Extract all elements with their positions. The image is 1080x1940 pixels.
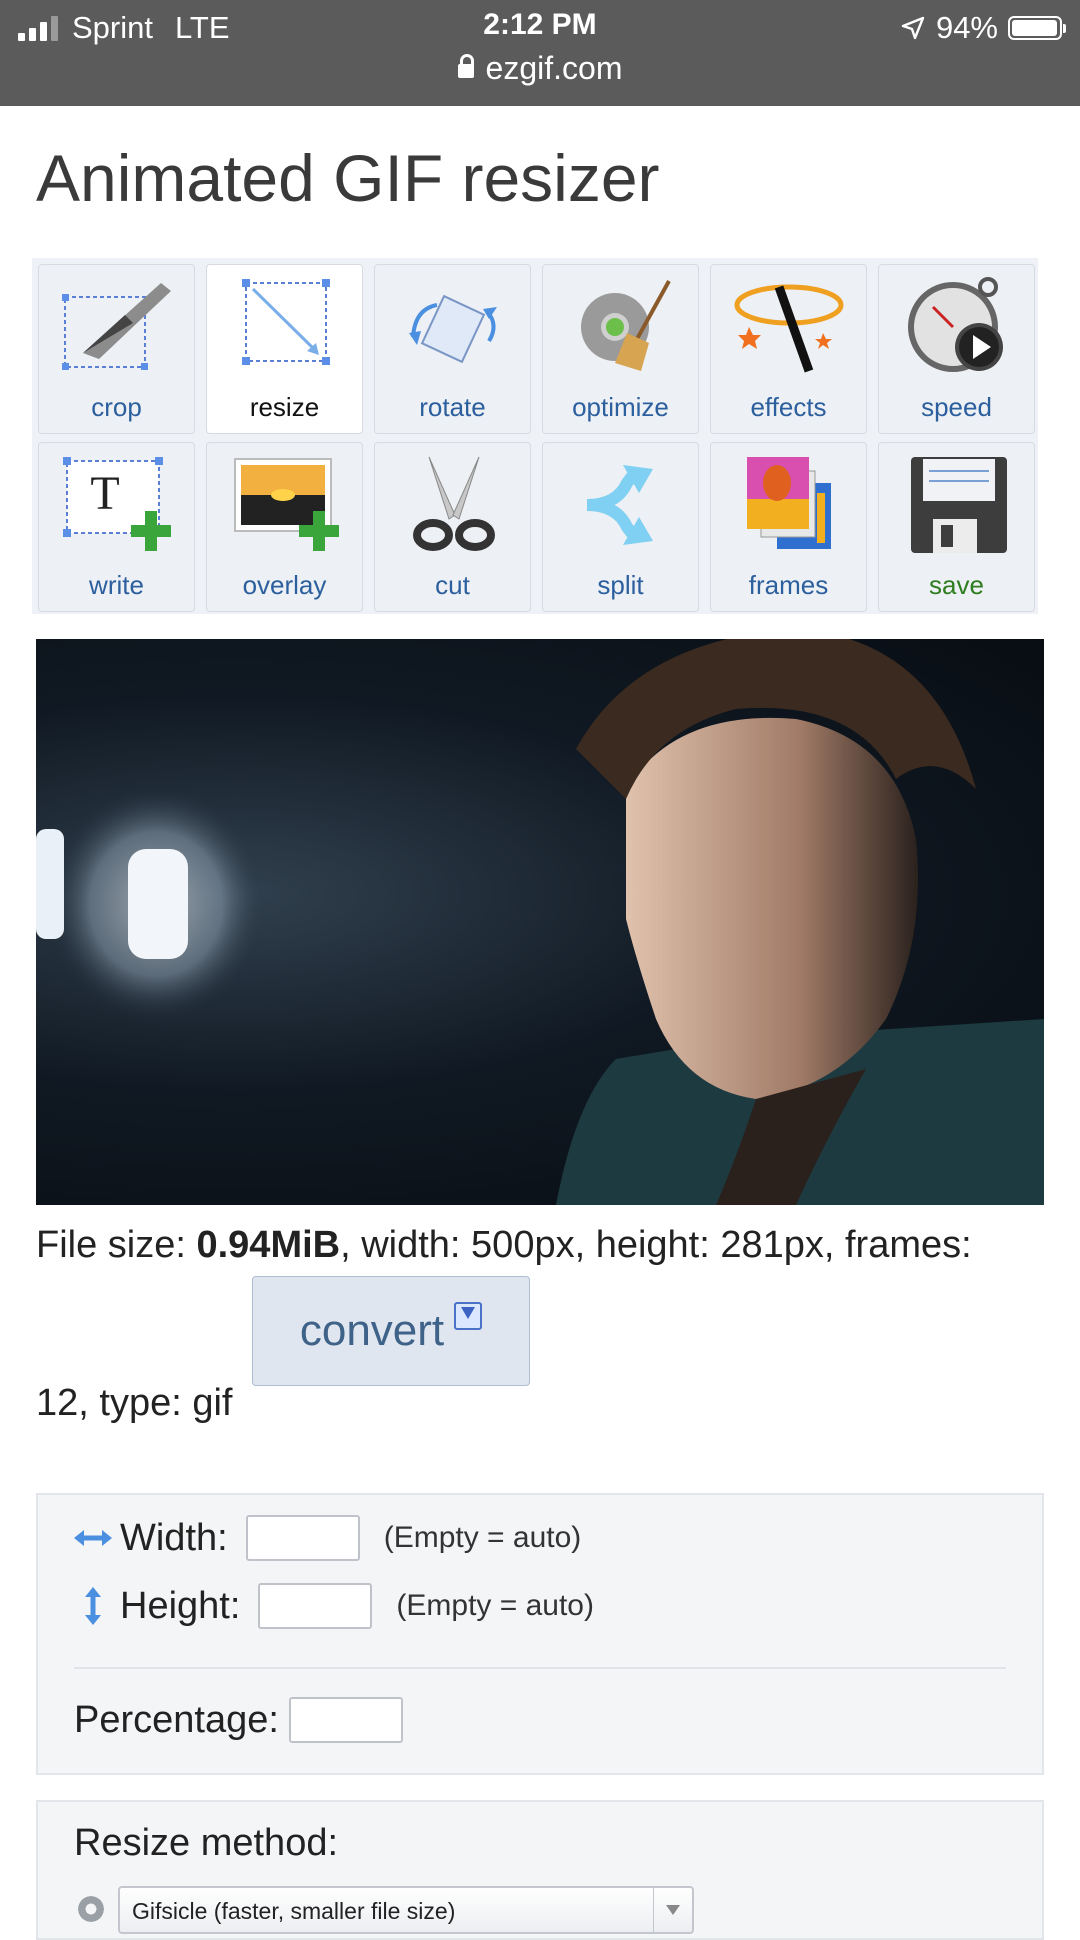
file-size-label: File size:: [36, 1224, 197, 1266]
download-icon: [454, 1302, 483, 1330]
convert-button[interactable]: convert: [252, 1276, 530, 1386]
svg-text:T: T: [90, 467, 119, 520]
overlay-icon: [234, 458, 339, 551]
width-input[interactable]: [245, 1515, 360, 1561]
tool-write[interactable]: T write: [38, 442, 195, 612]
tool-label: crop: [91, 392, 142, 422]
height-input[interactable]: [258, 1583, 373, 1629]
tool-label: optimize: [572, 392, 669, 422]
resize-method-label: Resize method:: [74, 1822, 339, 1864]
status-bar: Sprint LTE 2:12 PM ezgif.com 94%: [0, 0, 1080, 106]
convert-label: convert: [299, 1306, 445, 1355]
horizontal-arrow-icon: [74, 1530, 112, 1546]
split-icon: [586, 465, 653, 545]
tool-label: cut: [435, 570, 470, 600]
battery-icon: [1008, 16, 1066, 40]
resize-icon: [242, 279, 330, 365]
tool-menu: crop resize rotate optimize effects spee…: [32, 258, 1038, 614]
file-dimensions: , width: 500px, height: 281px, frames:: [340, 1224, 972, 1266]
width-row: Width: (Empty = auto): [74, 1515, 581, 1561]
frames-icon: [747, 457, 831, 549]
location-arrow-icon: [901, 16, 925, 40]
tool-cut[interactable]: cut: [374, 442, 531, 612]
speed-icon: [908, 277, 1003, 372]
tool-label: save: [929, 570, 984, 600]
tool-label: resize: [249, 392, 320, 422]
tool-label: overlay: [242, 570, 327, 600]
tool-label: effects: [750, 392, 827, 422]
divider: [74, 1667, 1006, 1669]
gif-preview-image: [36, 639, 1044, 1205]
tool-save[interactable]: save: [878, 442, 1035, 612]
rotate-icon: [409, 294, 497, 364]
resize-method-panel: Resize method: Gifsicle (faster, smaller…: [36, 1800, 1044, 1940]
tool-label: speed: [921, 392, 992, 422]
width-empty-note: (Empty = auto): [383, 1521, 582, 1554]
tool-label: frames: [748, 570, 829, 600]
tool-optimize[interactable]: optimize: [542, 264, 699, 434]
file-size-value: 0.94MiB: [196, 1224, 341, 1266]
tool-label: write: [89, 570, 144, 600]
height-empty-note: (Empty = auto): [396, 1589, 594, 1622]
tool-split[interactable]: split: [542, 442, 699, 612]
scissors-icon: [413, 456, 495, 551]
tool-frames[interactable]: frames: [710, 442, 867, 612]
lock-icon: [457, 54, 474, 78]
width-label: Width:: [120, 1516, 228, 1559]
percentage-row: Percentage:: [74, 1697, 403, 1743]
url-text: ezgif.com: [485, 50, 623, 86]
tool-label: rotate: [419, 392, 486, 422]
percentage-label: Percentage:: [74, 1698, 279, 1741]
effects-icon: [734, 284, 844, 373]
file-info-line1: File size: 0.94MiB, width: 500px, height…: [36, 1224, 972, 1267]
tool-label: split: [597, 570, 644, 600]
resize-method-select[interactable]: Gifsicle (faster, smaller file size): [118, 1886, 694, 1934]
vertical-arrow-icon: [85, 1587, 101, 1625]
resize-options-panel: Width: (Empty = auto) Height: (Empty = a…: [36, 1493, 1044, 1775]
tool-effects[interactable]: effects: [710, 264, 867, 434]
optimize-icon: [581, 280, 671, 371]
status-right: 94%: [900, 10, 1066, 46]
preview-photo: [36, 639, 1044, 1205]
page-title: Animated GIF resizer: [36, 141, 660, 215]
crop-icon: [62, 283, 171, 370]
floppy-disk-icon: [911, 457, 1007, 553]
resize-method-selected: Gifsicle (faster, smaller file size): [132, 1898, 456, 1924]
tool-speed[interactable]: speed: [878, 264, 1035, 434]
tool-rotate[interactable]: rotate: [374, 264, 531, 434]
tool-resize[interactable]: resize: [206, 264, 363, 434]
battery-percent: 94%: [935, 10, 998, 45]
address-bar[interactable]: ezgif.com: [0, 50, 1080, 87]
tool-overlay[interactable]: overlay: [206, 442, 363, 612]
tool-crop[interactable]: crop: [38, 264, 195, 434]
height-row: Height: (Empty = auto): [74, 1583, 594, 1629]
chevron-down-icon: [653, 1888, 692, 1932]
file-info-line2: 12, type: gif: [36, 1382, 233, 1424]
percentage-input[interactable]: [288, 1697, 403, 1743]
write-icon: T: [63, 457, 171, 551]
height-label: Height:: [120, 1584, 241, 1627]
